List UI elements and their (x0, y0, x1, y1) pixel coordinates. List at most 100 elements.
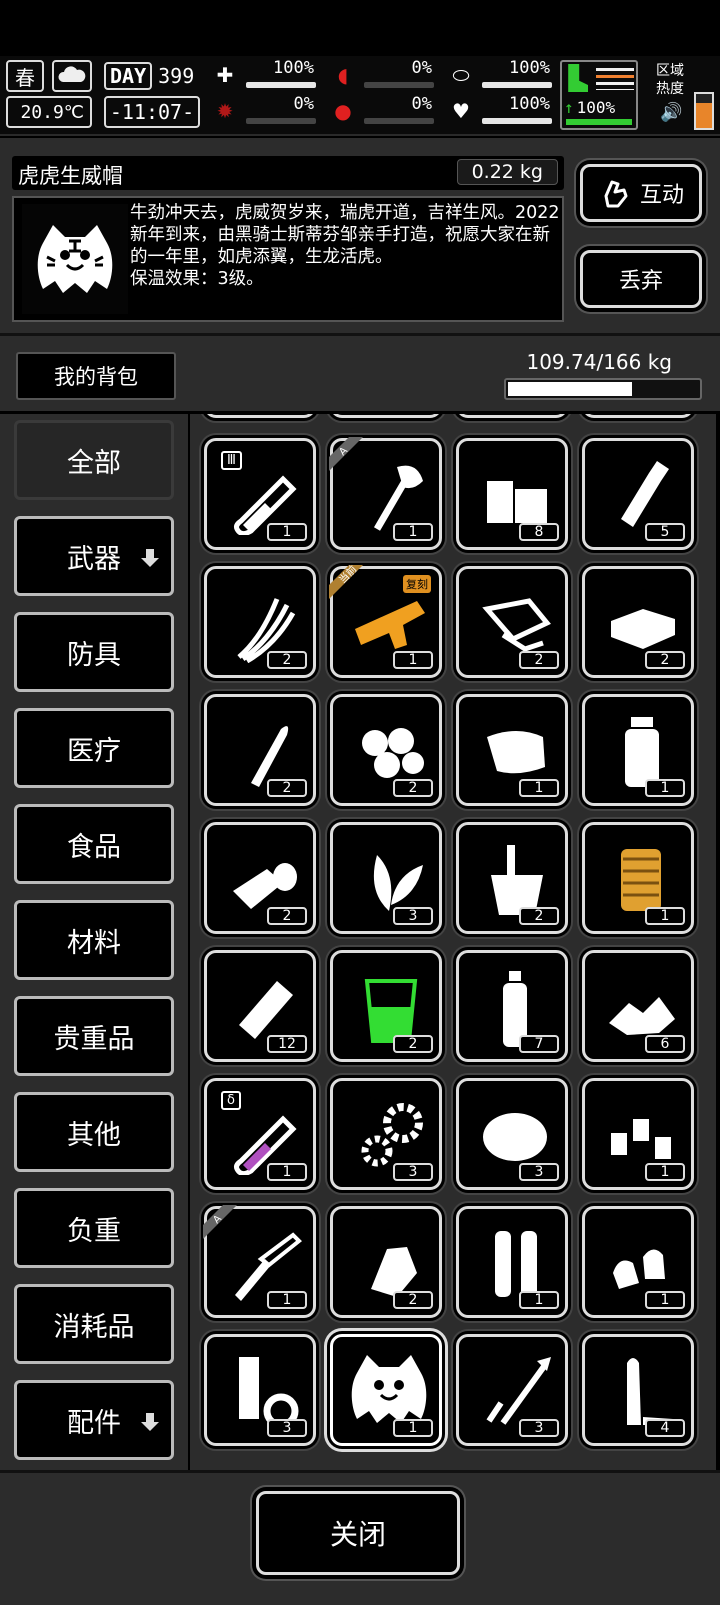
item-slot[interactable]: 2 (582, 566, 694, 678)
status-bar (0, 0, 720, 56)
item-slot[interactable]: δ1 (204, 1078, 316, 1190)
item-count: 7 (519, 1035, 559, 1053)
item-slot[interactable]: 3 (330, 822, 442, 934)
item-slot[interactable]: 2 (456, 566, 568, 678)
item-slot[interactable]: 4 (582, 1334, 694, 1446)
cloud-icon (52, 60, 92, 92)
item-slot[interactable]: 7 (456, 950, 568, 1062)
item-count: 1 (645, 1163, 685, 1181)
item-count: 2 (519, 907, 559, 925)
item-count: 3 (519, 1419, 559, 1437)
day-value: 399 (158, 64, 195, 88)
item-slot[interactable]: 1 (582, 822, 694, 934)
stat-bar (482, 118, 552, 124)
inventory-grid[interactable]: Ⅲ 1 A 1 8 5 2 当前 复刻 1 2 2 2 2 1 1 2 3 2 1 12 2 7 6 δ 1 3 3 1 A 1 2 1 1 3 1 3… (190, 414, 716, 1470)
drop-button[interactable]: 丢弃 (580, 250, 702, 308)
item-count: 2 (267, 779, 307, 797)
item-slot[interactable]: 2 (204, 566, 316, 678)
item-slot[interactable]: 2 (204, 694, 316, 806)
category-tab-1[interactable]: 武器 (14, 516, 174, 596)
category-tab-6[interactable]: 贵重品 (14, 996, 174, 1076)
item-count: 3 (519, 1163, 559, 1181)
pill-icon: ⬭ (452, 63, 470, 87)
item-slot[interactable]: Ⅲ1 (204, 438, 316, 550)
item-slot[interactable]: 2 (330, 950, 442, 1062)
stat-bar (364, 82, 434, 88)
item-slot[interactable]: 3 (204, 1334, 316, 1446)
item-slot-partial[interactable] (582, 414, 694, 418)
item-count: 3 (267, 1419, 307, 1437)
item-slot[interactable]: 3 (456, 1078, 568, 1190)
stat-meter-stomach: ◖ 0% (328, 58, 438, 92)
item-slot[interactable]: 1 (456, 1206, 568, 1318)
item-slot[interactable]: 1 (582, 694, 694, 806)
category-tab-2[interactable]: 防具 (14, 612, 174, 692)
category-tab-9[interactable]: 消耗品 (14, 1284, 174, 1364)
item-count: 1 (393, 1419, 433, 1437)
bottom-bar: 关闭 (0, 1470, 720, 1605)
category-tab-5[interactable]: 材料 (14, 900, 174, 980)
item-slot[interactable]: 2 (204, 822, 316, 934)
blood-drop-icon: ● (334, 99, 352, 123)
item-slot[interactable]: A1 (203, 1205, 316, 1318)
close-button[interactable]: 关闭 (256, 1491, 460, 1575)
stat-meter-heart: ♥ 100% (446, 94, 556, 128)
boot-icon (568, 64, 588, 92)
item-count: 1 (267, 523, 307, 541)
item-count: 5 (645, 523, 685, 541)
stat-meter-blood-drop: ● 0% (328, 94, 438, 128)
item-count: 2 (267, 907, 307, 925)
item-name: 虎虎生威帽 (18, 164, 123, 188)
backpack-title: 我的背包 (16, 352, 176, 400)
category-tab-7[interactable]: 其他 (14, 1092, 174, 1172)
item-slot[interactable]: A1 (329, 437, 442, 550)
item-slot[interactable]: 6 (582, 950, 694, 1062)
tiger-hat-icon (22, 204, 128, 314)
item-count: 1 (645, 1291, 685, 1309)
stat-value: 100% (509, 58, 550, 78)
item-slot[interactable]: 3 (330, 1078, 442, 1190)
stat-value: 100% (273, 58, 314, 78)
item-slot-partial[interactable] (204, 414, 316, 418)
game-clock: -11:07- (104, 96, 200, 128)
item-count: 2 (393, 1291, 433, 1309)
category-tab-10[interactable]: 配件 (14, 1380, 174, 1460)
item-count: 12 (267, 1035, 307, 1053)
item-slot[interactable]: 当前 复刻 1 (329, 565, 442, 678)
season-indicator: 春 (6, 60, 44, 92)
item-slot[interactable]: 1 (330, 1334, 442, 1446)
day-tag: DAY (104, 62, 153, 90)
replica-badge: 复刻 (403, 575, 431, 593)
season-label: 春 (15, 65, 35, 90)
item-slot[interactable]: 3 (456, 1334, 568, 1446)
category-sidebar[interactable]: 全部武器防具医疗食品材料贵重品其他负重消耗品配件 (0, 414, 188, 1470)
interact-button[interactable]: 互动 (580, 164, 702, 222)
category-tab-3[interactable]: 医疗 (14, 708, 174, 788)
item-slot[interactable]: 2 (330, 694, 442, 806)
stamina-stripes (596, 68, 634, 90)
item-count: 1 (267, 1163, 307, 1181)
stat-bar (246, 82, 316, 88)
item-slot[interactable]: 2 (456, 822, 568, 934)
stat-value: 100% (509, 94, 550, 114)
temperature-value: 20.9℃ (20, 101, 84, 123)
item-slot[interactable]: 1 (582, 1206, 694, 1318)
item-slot[interactable]: 1 (456, 694, 568, 806)
item-slot[interactable]: 8 (456, 438, 568, 550)
speaker-icon[interactable]: 🔊 (660, 102, 682, 123)
category-tab-4[interactable]: 食品 (14, 804, 174, 884)
item-slot-partial[interactable] (456, 414, 568, 418)
item-slot[interactable]: 12 (204, 950, 316, 1062)
item-count: 2 (267, 651, 307, 669)
item-slot[interactable]: 1 (582, 1078, 694, 1190)
item-slot-partial[interactable] (330, 414, 442, 418)
category-tab-0[interactable]: 全部 (14, 420, 174, 500)
zone-heat-panel[interactable]: 区域 热度 🔊 (656, 62, 716, 130)
category-tab-8[interactable]: 负重 (14, 1188, 174, 1268)
hud-bar: 春 20.9℃ DAY 399 -11:07- ✚ 100% ◖ 0% ⬭ 100% ✹ 0% ●… (0, 56, 720, 136)
stamina-bar (566, 119, 632, 125)
zone-heat-meter (694, 92, 714, 130)
item-slot[interactable]: 2 (330, 1206, 442, 1318)
backpack-weight: 109.74/166 kg (526, 350, 672, 374)
item-slot[interactable]: 5 (582, 438, 694, 550)
